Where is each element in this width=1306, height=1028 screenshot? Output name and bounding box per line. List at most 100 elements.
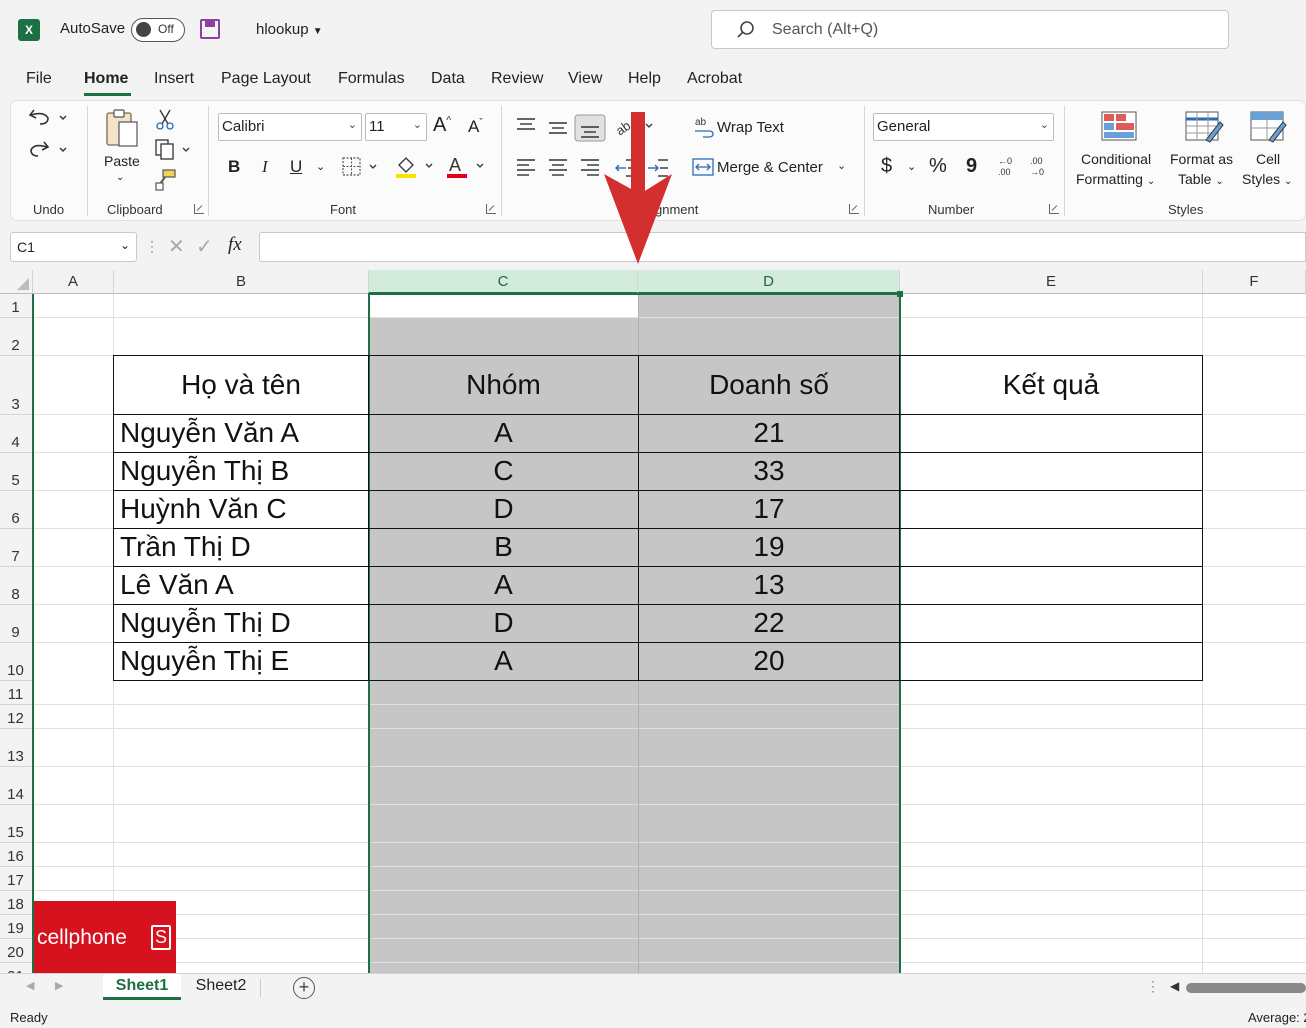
cell-styles-icon[interactable] (1249, 110, 1289, 144)
tab-acrobat[interactable]: Acrobat (687, 70, 742, 88)
fill-handle[interactable] (897, 291, 903, 297)
header-cell-result[interactable]: Kết quả (900, 369, 1202, 401)
file-name[interactable]: hlookup ▼ (256, 21, 323, 38)
sheet-tab-sheet1[interactable]: Sheet1 (103, 974, 181, 1000)
column-header-c[interactable]: C (369, 270, 638, 294)
copy-icon[interactable] (154, 138, 194, 162)
table-cell-group[interactable]: D (369, 607, 638, 639)
autosave-toggle[interactable]: Off (131, 18, 185, 42)
merge-center-icon[interactable] (692, 157, 714, 177)
row-header-15[interactable]: 15 (0, 805, 33, 843)
table-cell-name[interactable]: Nguyễn Thị B (120, 455, 289, 487)
table-cell-sales[interactable]: 17 (639, 493, 899, 525)
table-cell-sales[interactable]: 20 (639, 645, 899, 677)
table-cell-name[interactable]: Nguyễn Thị D (120, 607, 291, 639)
header-cell-group[interactable]: Nhóm (369, 369, 638, 401)
row-header-18[interactable]: 18 (0, 891, 33, 915)
bold-button[interactable]: B (228, 157, 240, 177)
conditional-formatting-label-2[interactable]: Formatting ⌄ (1076, 171, 1155, 187)
cut-icon[interactable] (154, 108, 176, 130)
undo-icon[interactable] (28, 106, 72, 128)
format-as-table-label-1[interactable]: Format as (1170, 151, 1233, 167)
paste-label[interactable]: Paste (104, 153, 140, 169)
underline-chevron-down-icon[interactable]: ⌄ (316, 160, 325, 173)
tab-view[interactable]: View (568, 70, 602, 88)
row-header-7[interactable]: 7 (0, 529, 33, 567)
increase-font-icon[interactable]: A^ (433, 114, 451, 137)
clipboard-launcher-icon[interactable] (194, 204, 204, 214)
cell-styles-label-2[interactable]: Styles ⌄ (1242, 171, 1292, 187)
tab-formulas[interactable]: Formulas (338, 70, 405, 88)
tab-page-layout[interactable]: Page Layout (221, 70, 311, 88)
italic-button[interactable]: I (262, 157, 268, 177)
row-header-6[interactable]: 6 (0, 491, 33, 529)
table-cell-name[interactable]: Nguyễn Văn A (120, 417, 299, 449)
conditional-formatting-icon[interactable] (1100, 110, 1140, 144)
row-header-12[interactable]: 12 (0, 705, 33, 729)
table-cell-name[interactable]: Nguyễn Thị E (120, 645, 289, 677)
column-header-a[interactable]: A (33, 270, 114, 294)
horizontal-align-icons[interactable] (514, 156, 610, 180)
search-box[interactable]: Search (Alt+Q) (711, 10, 1229, 49)
column-header-b[interactable]: B (114, 270, 369, 294)
decimal-icons[interactable]: ←0.00.00→0 (994, 154, 1056, 180)
insert-function-icon[interactable]: fx (228, 234, 242, 256)
tab-review[interactable]: Review (491, 70, 543, 88)
tab-file[interactable]: File (26, 70, 52, 88)
number-launcher-icon[interactable] (1049, 204, 1059, 214)
row-header-14[interactable]: 14 (0, 767, 33, 805)
row-header-10[interactable]: 10 (0, 643, 33, 681)
horizontal-scrollbar-thumb[interactable] (1186, 983, 1306, 993)
scroll-left-icon[interactable]: ◀ (26, 979, 34, 992)
borders-icon[interactable] (341, 156, 381, 178)
tab-data[interactable]: Data (431, 70, 465, 88)
font-color-icon[interactable]: A (446, 154, 488, 180)
scroll-right-icon[interactable]: ▶ (55, 979, 63, 992)
row-header-5[interactable]: 5 (0, 453, 33, 491)
font-launcher-icon[interactable] (486, 204, 496, 214)
alignment-launcher-icon[interactable] (849, 204, 859, 214)
row-header-17[interactable]: 17 (0, 867, 33, 891)
select-all-corner[interactable] (0, 270, 33, 294)
table-cell-sales[interactable]: 22 (639, 607, 899, 639)
row-header-8[interactable]: 8 (0, 567, 33, 605)
row-header-2[interactable]: 2 (0, 318, 33, 356)
table-cell-group[interactable]: A (369, 417, 638, 449)
font-name-dropdown[interactable]: Calibri ⌄ (218, 113, 362, 141)
table-cell-sales[interactable]: 19 (639, 531, 899, 563)
percent-button[interactable]: % (929, 155, 947, 178)
add-sheet-icon[interactable]: + (293, 977, 315, 999)
cell-styles-label-1[interactable]: Cell (1256, 151, 1280, 167)
paste-chevron-down-icon[interactable]: ⌄ (116, 172, 124, 183)
row-header-16[interactable]: 16 (0, 843, 33, 867)
wrap-text-icon[interactable]: ab (693, 115, 715, 139)
name-box[interactable]: C1 ⌄ (10, 232, 137, 262)
row-header-4[interactable]: 4 (0, 415, 33, 453)
vertical-align-icons[interactable] (514, 114, 610, 142)
table-cell-sales[interactable]: 21 (639, 417, 899, 449)
row-header-3[interactable]: 3 (0, 356, 33, 415)
decrease-font-icon[interactable]: Aˇ (468, 117, 483, 137)
paste-icon[interactable] (104, 107, 140, 149)
table-cell-group[interactable]: A (369, 569, 638, 601)
table-cell-group[interactable]: C (369, 455, 638, 487)
row-header-20[interactable]: 20 (0, 939, 33, 963)
table-cell-sales[interactable]: 33 (639, 455, 899, 487)
cancel-icon[interactable]: ✕ (168, 234, 185, 259)
currency-chevron-down-icon[interactable]: ⌄ (907, 160, 916, 173)
redo-icon[interactable] (28, 138, 72, 160)
comma-button[interactable]: 9 (966, 155, 977, 178)
currency-button[interactable]: $ (881, 155, 892, 178)
row-header-21[interactable]: 21 (0, 963, 33, 973)
row-header-13[interactable]: 13 (0, 729, 33, 767)
format-as-table-label-2[interactable]: Table ⌄ (1178, 171, 1224, 187)
column-header-e[interactable]: E (900, 270, 1203, 294)
table-cell-name[interactable]: Lê Văn A (120, 569, 234, 601)
formula-input[interactable] (259, 232, 1306, 262)
sheet-tab-sheet2[interactable]: Sheet2 (185, 974, 257, 1000)
worksheet-grid[interactable]: A B C D E F 1 2 3 4 5 6 7 8 9 10 11 12 1… (0, 270, 1306, 973)
row-header-11[interactable]: 11 (0, 681, 33, 705)
table-cell-name[interactable]: Huỳnh Văn C (120, 493, 287, 525)
tab-insert[interactable]: Insert (154, 70, 194, 88)
fill-color-icon[interactable] (395, 154, 437, 180)
